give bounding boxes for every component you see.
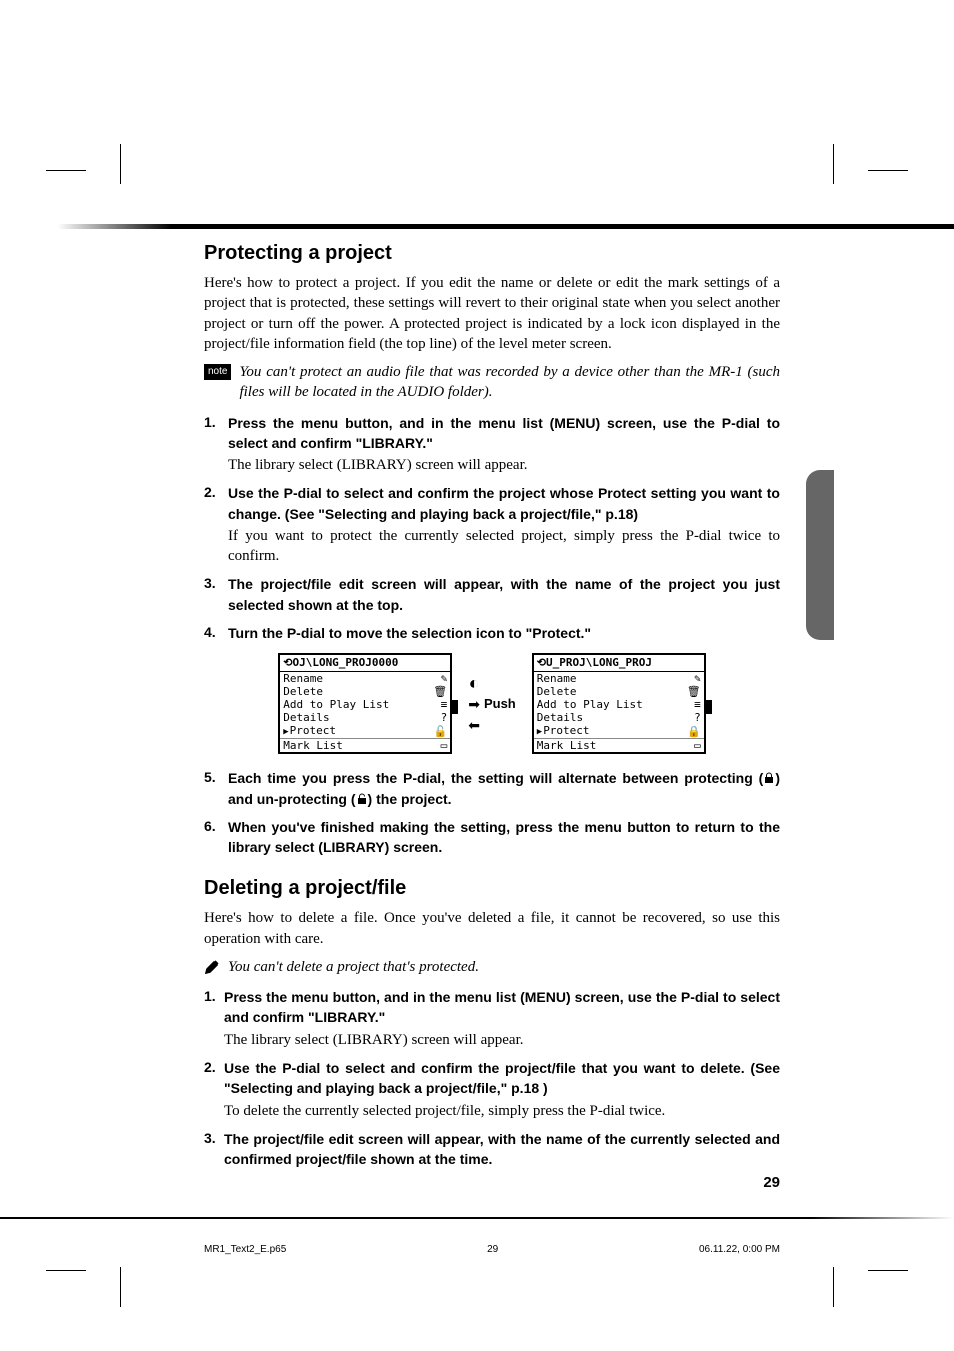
crop-mark [833,144,834,184]
steps-protecting-cont: Each time you press the P-dial, the sett… [204,768,780,857]
lcd-row: Mark List▭ [280,738,450,752]
lcd-row: Protect🔒 [534,724,704,738]
step-6-bold: When you've finished making the setting,… [228,817,780,858]
steps-deleting: Press the menu button, and in the menu l… [204,987,780,1169]
step-2-body: If you want to protect the currently sel… [228,526,780,567]
crop-mark [868,170,908,171]
lcd-row: Protect🔓 [280,724,450,738]
lcd-scroll-indicator [452,700,458,714]
lcd-row: Rename✎ [280,672,450,685]
step-2-bold: Use the P-dial to select and confirm the… [228,483,780,524]
lcd-left: ⟲OJ\LONG_PROJ0000 Rename✎ Delete🗑 Add to… [278,653,452,754]
steps-protecting: Press the menu button, and in the menu l… [204,413,780,644]
step-5-bold: Each time you press the P-dial, the sett… [228,768,780,809]
lcd-row: Details? [280,711,450,724]
arrow-left-icon: ⬅ [468,718,480,737]
footer-timestamp: 06.11.22, 0:00 PM [699,1244,780,1255]
lcd-left-title: ⟲OJ\LONG_PROJ0000 [280,655,450,671]
footer-rule [0,1217,954,1219]
crop-mark [120,144,121,184]
lcd-row: Add to Play List≡ [534,698,704,711]
del-step-2-body: To delete the currently selected project… [224,1101,780,1121]
step-3-bold: The project/file edit screen will appear… [228,574,780,615]
figure-edit-screens: ⟲OJ\LONG_PROJ0000 Rename✎ Delete🗑 Add to… [204,653,780,754]
lock-open-icon [356,793,368,805]
push-arrows: ◐ ➡ ⬅ [468,671,480,737]
intro-protecting: Here's how to protect a project. If you … [204,273,780,354]
footer-page: 29 [487,1244,498,1255]
note-icon: note [204,364,231,380]
section-thumb-tab [806,470,834,640]
note-text-deleting: You can't delete a project that's protec… [228,957,479,977]
footer-filename: MR1_Text2_E.p65 [204,1244,286,1255]
section-title-deleting: Deleting a project/file [204,875,780,902]
del-step-1-body: The library select (LIBRARY) screen will… [224,1030,780,1050]
lcd-row: Delete🗑 [534,685,704,698]
push-label: Push [484,695,516,713]
imposition-footer: MR1_Text2_E.p65 29 06.11.22, 0:00 PM [204,1244,780,1255]
lcd-row: Add to Play List≡ [280,698,450,711]
crop-mark [868,1270,908,1271]
dial-icon: ◐ [469,671,480,695]
lcd-row: Mark List▭ [534,738,704,752]
lcd-right-title: ⟲U_PROJ\LONG_PROJ [534,655,704,671]
del-step-1-bold: Press the menu button, and in the menu l… [224,987,780,1028]
header-rule [0,224,954,229]
caution-pencil-icon [204,959,220,975]
page-number: 29 [763,1174,780,1191]
del-step-3-bold: The project/file edit screen will appear… [224,1129,780,1170]
lcd-row: Delete🗑 [280,685,450,698]
section-title-protecting: Protecting a project [204,240,780,267]
crop-mark [46,170,86,171]
note-text-protecting: You can't protect an audio file that was… [239,362,780,403]
step-4-bold: Turn the P-dial to move the selection ic… [228,623,780,643]
crop-mark [46,1270,86,1271]
crop-mark [833,1267,834,1307]
crop-mark [120,1267,121,1307]
step-1-body: The library select (LIBRARY) screen will… [228,455,780,475]
intro-deleting: Here's how to delete a file. Once you've… [204,908,780,949]
del-step-2-bold: Use the P-dial to select and confirm the… [224,1058,780,1099]
lcd-row: Rename✎ [534,672,704,685]
lcd-right: ⟲U_PROJ\LONG_PROJ Rename✎ Delete🗑 Add to… [532,653,706,754]
lcd-row: Details? [534,711,704,724]
lcd-scroll-indicator [706,700,712,714]
arrow-right-icon: ➡ [468,697,480,716]
lock-closed-icon [763,772,775,784]
step-1-bold: Press the menu button, and in the menu l… [228,413,780,454]
